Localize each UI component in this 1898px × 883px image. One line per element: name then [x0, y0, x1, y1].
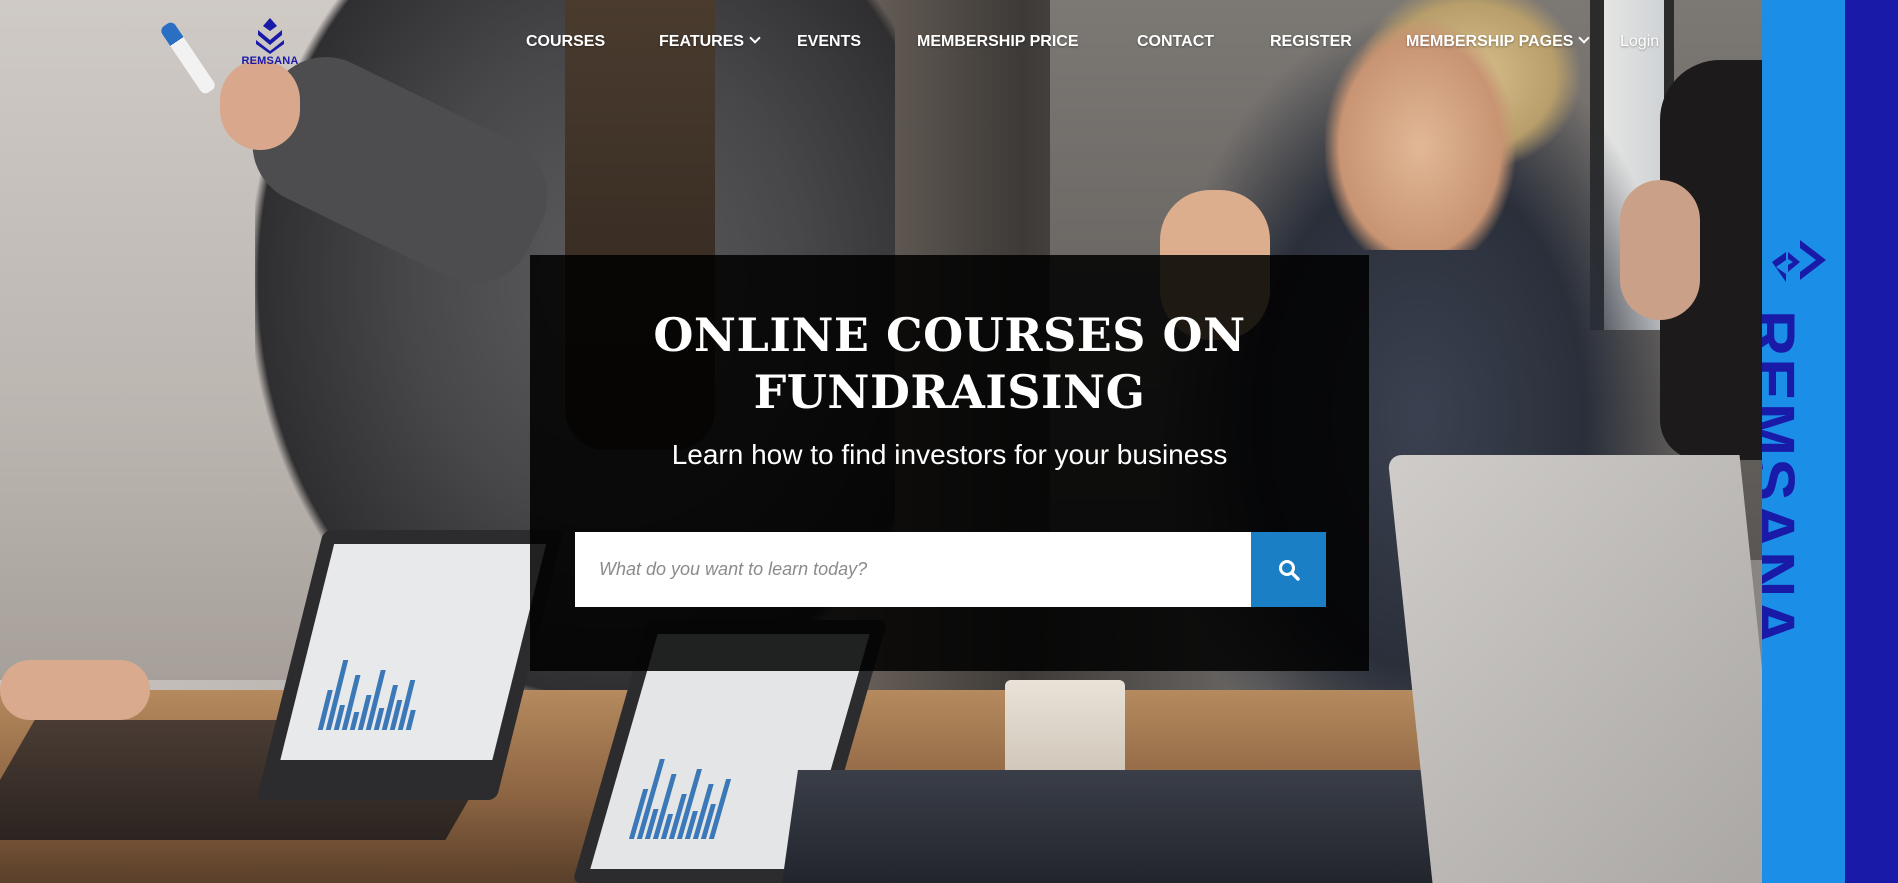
course-search [575, 532, 1326, 607]
hero-title-line-2: FUNDRAISING [753, 365, 1146, 419]
hero-subtitle: Learn how to find investors for your bus… [671, 439, 1228, 470]
search-button[interactable] [1251, 532, 1326, 607]
search-icon [1278, 559, 1300, 581]
logo-mark-icon [256, 18, 284, 54]
nav-item-register[interactable]: REGISTER [1270, 33, 1352, 51]
site-logo[interactable]: REMSANA [240, 18, 300, 70]
hero-card: ONLINE COURSES ON FUNDRAISING Learn how … [530, 255, 1369, 671]
chevron-down-icon [749, 32, 761, 44]
nav-item-features[interactable]: FEATURES [659, 32, 761, 51]
banner-brand-text: REMSANA [1762, 310, 1808, 648]
brand-side-strip [1845, 0, 1898, 883]
chevron-down-icon [1578, 32, 1591, 44]
search-input[interactable] [575, 532, 1251, 607]
logo-text: REMSANA [241, 55, 299, 67]
banner-logo-mark-icon [1772, 240, 1826, 282]
nav-item-membership-price[interactable]: MEMBERSHIP PRICE [917, 33, 1079, 51]
nav-item-membership-pages[interactable]: MEMBERSHIP PAGES [1406, 32, 1591, 51]
nav-item-contact[interactable]: CONTACT [1137, 33, 1214, 51]
hero-title: ONLINE COURSES ON FUNDRAISING [530, 307, 1369, 421]
login-link[interactable]: Login [1620, 33, 1659, 51]
nav-item-events[interactable]: EVENTS [797, 33, 861, 51]
nav-item-courses[interactable]: COURSES [526, 33, 605, 51]
hero-title-line-1: ONLINE COURSES ON [653, 308, 1246, 362]
brand-side-banner: REMSANA [1762, 0, 1845, 883]
